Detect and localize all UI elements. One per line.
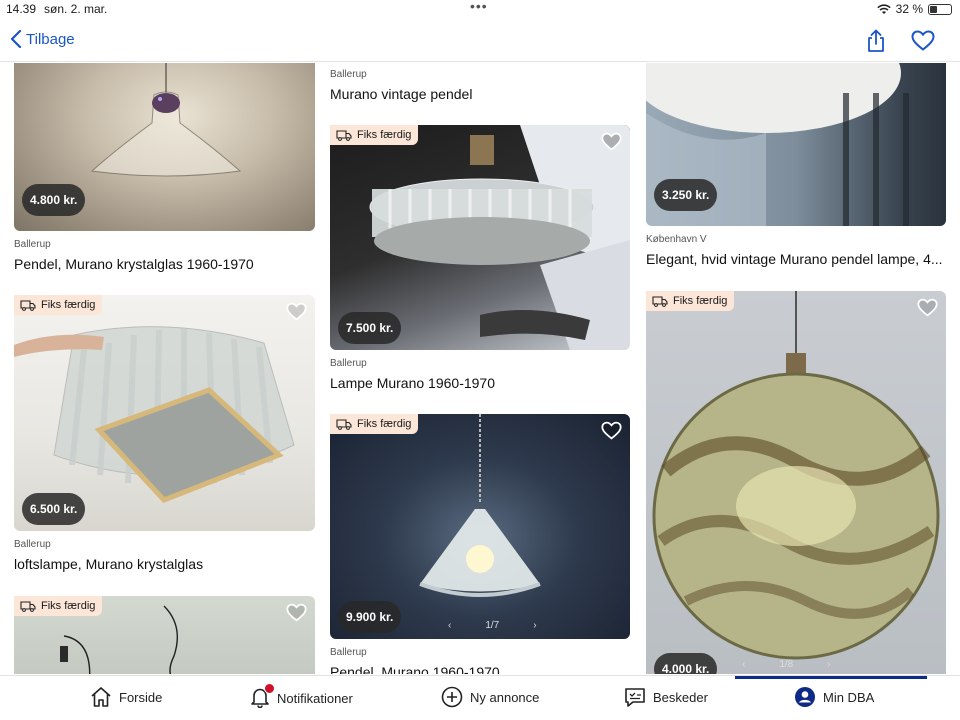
badge-label: Fiks færdig bbox=[357, 418, 412, 430]
listing-location: Ballerup bbox=[330, 358, 367, 369]
status-right: 32 % bbox=[876, 2, 952, 16]
tab-notifikationer[interactable]: Notifikationer bbox=[250, 683, 353, 711]
tab-label: Min DBA bbox=[823, 689, 875, 705]
listing-card[interactable]: 4.800 kr. Ballerup Pendel, Murano krysta… bbox=[14, 63, 315, 273]
truck-icon bbox=[652, 295, 668, 307]
chevron-right-icon[interactable]: › bbox=[827, 659, 830, 670]
price-tag: 7.500 kr. bbox=[338, 312, 402, 344]
chevron-left-icon[interactable]: ‹ bbox=[742, 659, 745, 670]
listing-card[interactable]: Fiks færdig 7.500 kr. Ballerup Lampe Mur… bbox=[330, 125, 630, 401]
badge-label: Fiks færdig bbox=[673, 295, 728, 307]
price-tag: 4.800 kr. bbox=[22, 184, 86, 216]
truck-icon bbox=[20, 299, 36, 311]
tab-label: Beskeder bbox=[653, 689, 708, 705]
tab-label: Ny annonce bbox=[470, 689, 540, 705]
listing-card[interactable]: Fiks færdig 4.000 kr. ‹ 1/8 › bbox=[646, 291, 946, 674]
chevron-right-icon[interactable]: › bbox=[533, 620, 536, 631]
chat-icon bbox=[625, 688, 645, 707]
favorite-heart-icon[interactable] bbox=[601, 132, 622, 151]
status-date: søn. 2. mar. bbox=[44, 2, 108, 16]
status-time: 14.39 bbox=[6, 2, 37, 16]
active-tab-indicator bbox=[735, 676, 927, 679]
listing-location: Ballerup bbox=[330, 69, 367, 80]
status-bar: 14.39 søn. 2. mar. ••• 32 % bbox=[0, 0, 960, 18]
back-button[interactable]: Tilbage bbox=[10, 30, 75, 48]
listing-location: København V bbox=[646, 234, 707, 245]
share-icon[interactable] bbox=[866, 29, 886, 53]
back-label: Tilbage bbox=[26, 30, 75, 48]
listing-title[interactable]: loftslampe, Murano krystalglas bbox=[14, 556, 315, 572]
bottom-tab-bar: Forside Notifikationer Ny annonce Besked… bbox=[0, 675, 960, 720]
listing-card[interactable]: Fiks færdig 9.900 kr. ‹ 1/7 › Ballerup P… bbox=[330, 414, 630, 674]
truck-icon bbox=[20, 600, 36, 612]
profile-icon bbox=[795, 687, 815, 707]
favorite-heart-icon[interactable] bbox=[286, 302, 307, 321]
listing-feed[interactable]: 4.800 kr. Ballerup Pendel, Murano krysta… bbox=[0, 63, 960, 674]
price-tag: 6.500 kr. bbox=[22, 493, 86, 525]
listing-title[interactable]: Pendel, Murano 1960-1970 bbox=[330, 664, 630, 674]
listing-card[interactable]: Fiks færdig 6.500 kr. Ballerup loftslamp… bbox=[14, 295, 315, 575]
price-tag: 3.250 kr. bbox=[654, 179, 718, 211]
wifi-icon bbox=[876, 3, 891, 14]
truck-icon bbox=[336, 418, 352, 430]
truck-icon bbox=[336, 129, 352, 141]
listing-title[interactable]: Murano vintage pendel bbox=[330, 86, 630, 102]
chevron-left-icon[interactable]: ‹ bbox=[448, 620, 451, 631]
tab-beskeder[interactable]: Beskeder bbox=[624, 686, 708, 708]
multitask-dots-icon[interactable]: ••• bbox=[470, 0, 488, 14]
chevron-left-icon bbox=[10, 30, 22, 48]
tab-min-dba[interactable]: Min DBA bbox=[794, 686, 874, 708]
tab-forside[interactable]: Forside bbox=[90, 686, 162, 708]
badge-label: Fiks færdig bbox=[41, 600, 96, 612]
listing-title[interactable]: Pendel, Murano krystalglas 1960-1970 bbox=[14, 256, 315, 272]
fiks-faerdig-badge: Fiks færdig bbox=[14, 596, 103, 616]
pager-count: 1/7 bbox=[485, 620, 500, 631]
fiks-faerdig-badge: Fiks færdig bbox=[646, 291, 735, 311]
favorite-heart-icon[interactable] bbox=[601, 421, 622, 440]
favorite-heart-icon[interactable] bbox=[911, 30, 935, 51]
image-pager[interactable]: ‹ 1/8 › bbox=[742, 659, 831, 670]
top-nav-bar: Tilbage bbox=[0, 20, 960, 62]
battery-percent: 32 % bbox=[895, 2, 923, 16]
favorite-heart-icon[interactable] bbox=[917, 298, 938, 317]
listing-title[interactable]: Lampe Murano 1960-1970 bbox=[330, 375, 630, 391]
listing-image[interactable] bbox=[646, 291, 946, 674]
favorite-heart-icon[interactable] bbox=[286, 603, 307, 622]
notification-badge bbox=[264, 683, 275, 694]
badge-label: Fiks færdig bbox=[41, 299, 96, 311]
fiks-faerdig-badge: Fiks færdig bbox=[14, 295, 103, 315]
listing-location: Ballerup bbox=[14, 539, 51, 550]
home-icon bbox=[91, 687, 111, 707]
battery-icon bbox=[928, 3, 952, 15]
listing-location: Ballerup bbox=[330, 647, 367, 658]
fiks-faerdig-badge: Fiks færdig bbox=[330, 414, 419, 434]
bell-wrapper bbox=[250, 683, 275, 711]
tab-label: Forside bbox=[119, 689, 163, 705]
fiks-faerdig-badge: Fiks færdig bbox=[330, 125, 419, 145]
tab-label: Notifikationer bbox=[277, 691, 353, 706]
pager-count: 1/8 bbox=[779, 659, 794, 670]
tab-ny-annonce[interactable]: Ny annonce bbox=[441, 686, 539, 708]
price-tag: 9.900 kr. bbox=[338, 601, 402, 633]
image-pager[interactable]: ‹ 1/7 › bbox=[448, 620, 537, 631]
plus-circle-icon bbox=[441, 686, 463, 708]
listing-title[interactable]: Elegant, hvid vintage Murano pendel lamp… bbox=[646, 251, 946, 267]
listing-location: Ballerup bbox=[14, 239, 51, 250]
badge-label: Fiks færdig bbox=[357, 129, 412, 141]
price-tag: 4.000 kr. bbox=[654, 653, 718, 674]
listing-card[interactable]: Fiks færdig bbox=[14, 596, 315, 674]
lamp-photo bbox=[652, 291, 940, 660]
listing-card[interactable]: 3.250 kr. København V Elegant, hvid vint… bbox=[646, 63, 946, 271]
